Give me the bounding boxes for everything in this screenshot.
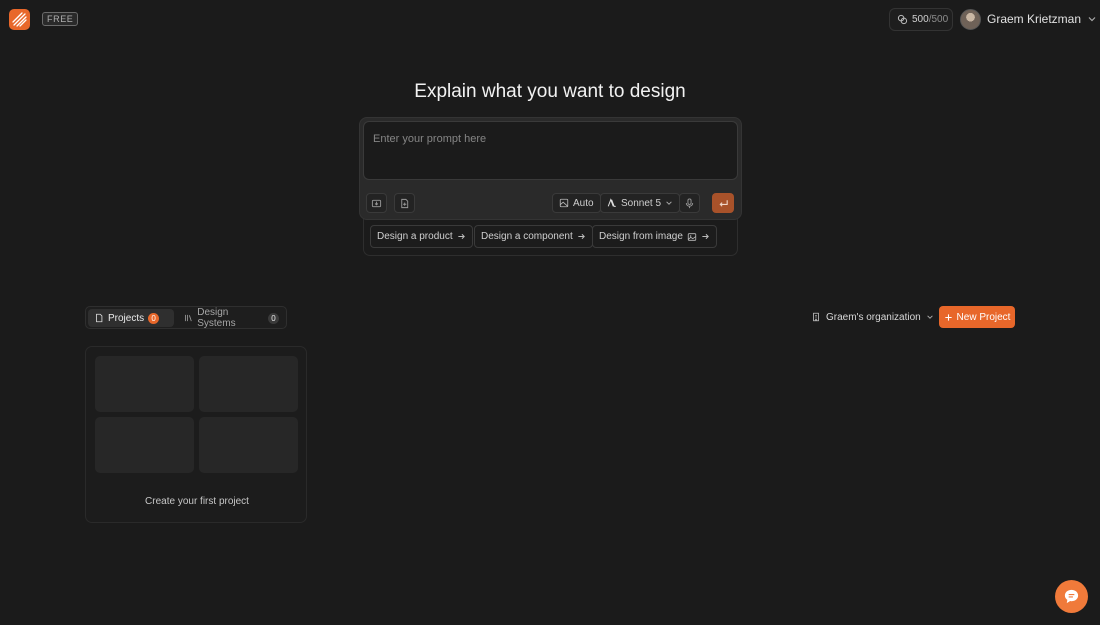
document-icon bbox=[96, 313, 103, 323]
tab-count-badge: 0 bbox=[268, 312, 279, 324]
page-title: Explain what you want to design bbox=[414, 81, 686, 102]
user-avatar bbox=[960, 8, 981, 30]
prompt-input[interactable] bbox=[363, 121, 738, 180]
placeholder-tile bbox=[199, 356, 298, 412]
voice-input-button[interactable] bbox=[679, 193, 700, 213]
microphone-icon bbox=[685, 197, 694, 208]
chat-bubble-icon bbox=[1064, 589, 1079, 604]
support-chat-button[interactable] bbox=[1055, 580, 1088, 613]
library-icon bbox=[185, 314, 192, 322]
tab-design-systems[interactable]: Design Systems 0 bbox=[178, 307, 285, 329]
credits-used: 500 bbox=[912, 14, 929, 25]
link-coins-icon bbox=[897, 14, 908, 25]
auto-mode-icon bbox=[559, 198, 569, 208]
suggestion-label: Design from image bbox=[599, 231, 683, 242]
import-screen-button[interactable] bbox=[366, 193, 387, 213]
placeholder-tile bbox=[95, 356, 194, 412]
stripes-logo-icon bbox=[12, 12, 27, 27]
organization-name: Graem's organization bbox=[826, 311, 921, 323]
placeholder-tile bbox=[95, 417, 194, 473]
suggestion-label: Design a product bbox=[377, 231, 453, 242]
plan-badge: FREE bbox=[42, 12, 79, 26]
chevron-down-icon bbox=[926, 315, 933, 319]
attach-file-button[interactable] bbox=[394, 193, 415, 213]
app-logo[interactable] bbox=[9, 9, 30, 30]
image-icon bbox=[687, 232, 697, 241]
placeholder-tile bbox=[199, 417, 298, 473]
project-tabs: Projects 0 Design Systems 0 bbox=[85, 306, 287, 329]
tab-projects[interactable]: Projects 0 bbox=[88, 309, 174, 327]
enter-return-icon bbox=[719, 199, 728, 207]
empty-state-text: Create your first project bbox=[145, 496, 249, 507]
file-add-icon bbox=[401, 198, 409, 208]
user-name: Graem Krietzman bbox=[987, 12, 1082, 26]
tab-label: Design Systems bbox=[197, 307, 236, 329]
credits-counter[interactable]: 500/500 bbox=[889, 8, 953, 31]
empty-project-card[interactable]: Create your first project bbox=[85, 346, 307, 523]
anthropic-icon bbox=[607, 198, 616, 207]
chevron-down-icon bbox=[1088, 17, 1096, 22]
screen-import-icon bbox=[371, 199, 382, 207]
chevron-down-icon bbox=[666, 201, 672, 205]
new-project-label: New Project bbox=[956, 311, 1011, 323]
arrow-right-icon bbox=[578, 233, 585, 240]
credits-total: /500 bbox=[928, 14, 949, 25]
arrow-right-icon bbox=[457, 233, 465, 240]
organization-selector[interactable]: Graem's organization bbox=[811, 310, 934, 324]
arrow-right-icon bbox=[702, 233, 709, 240]
suggestion-design-from-image[interactable]: Design from image bbox=[592, 225, 717, 248]
plus-icon bbox=[944, 313, 952, 321]
building-icon bbox=[813, 312, 819, 322]
suggestion-design-product[interactable]: Design a product bbox=[370, 225, 473, 248]
mode-label: Auto bbox=[573, 197, 594, 209]
model-selector[interactable]: Sonnet 5 bbox=[600, 193, 681, 213]
suggestion-label: Design a component bbox=[481, 231, 573, 242]
send-button[interactable] bbox=[712, 193, 734, 213]
tab-count-badge: 0 bbox=[148, 312, 160, 324]
suggestion-design-component[interactable]: Design a component bbox=[474, 225, 593, 248]
model-label: Sonnet 5 bbox=[621, 197, 662, 209]
user-menu[interactable]: Graem Krietzman bbox=[960, 8, 1097, 30]
prompt-composer: Auto Sonnet 5 bbox=[359, 117, 742, 220]
suggestion-row: Design a product Design a component Desi… bbox=[363, 219, 738, 256]
tab-label: Projects bbox=[108, 312, 145, 324]
new-project-button[interactable]: New Project bbox=[939, 306, 1015, 328]
mode-selector[interactable]: Auto bbox=[552, 193, 601, 213]
